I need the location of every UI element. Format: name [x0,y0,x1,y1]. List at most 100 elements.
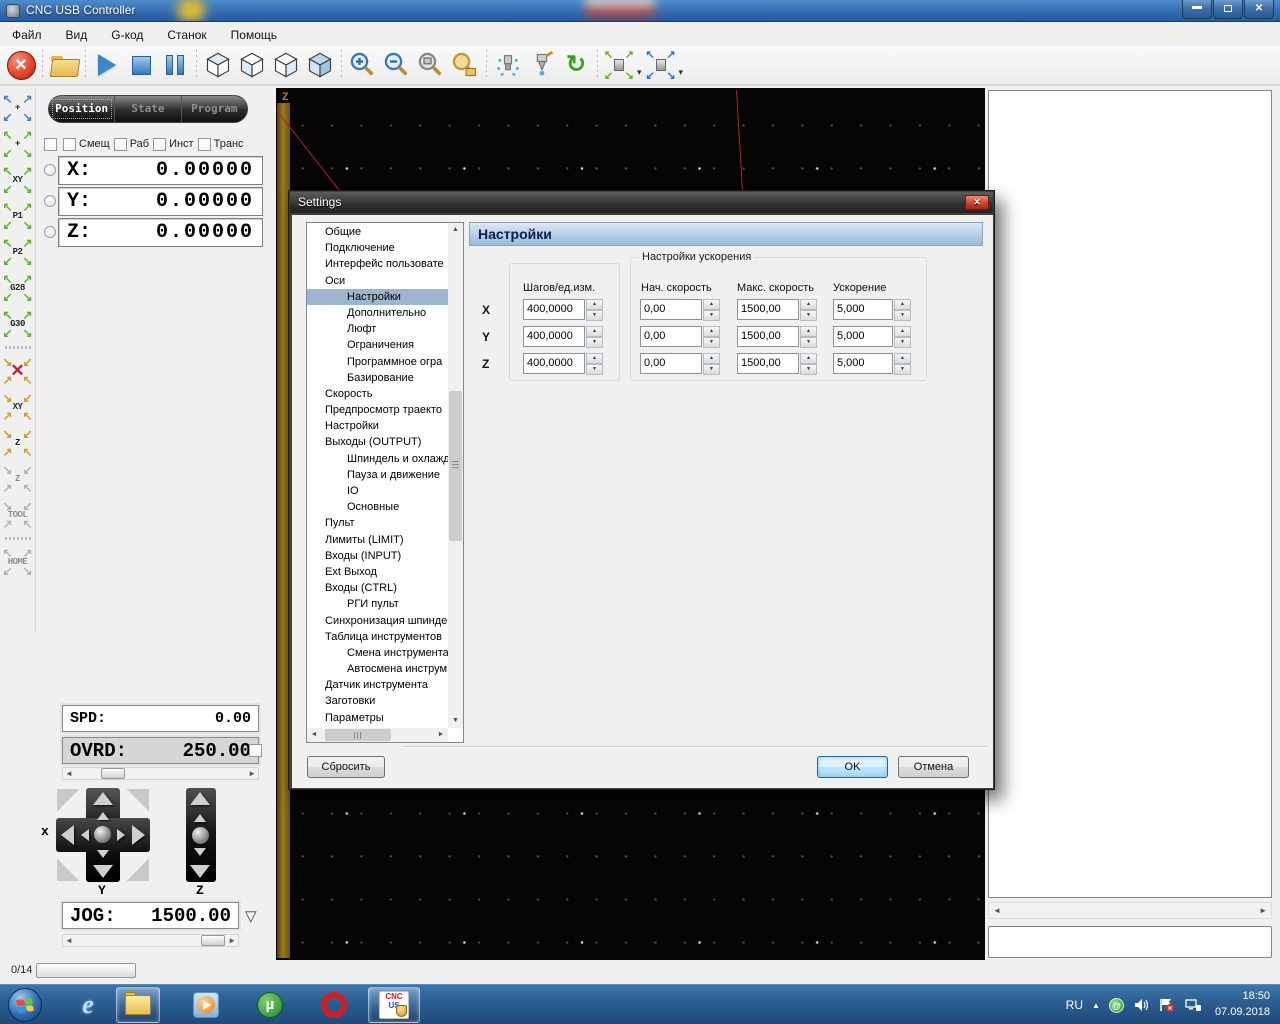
language-indicator[interactable]: RU [1066,998,1083,1012]
emergency-stop-icon[interactable]: ✕ [4,48,38,82]
sidebar-goto-g30-icon[interactable]: ↖ ↗ ↙ ↘ G30 [3,309,33,339]
tool-checkbox[interactable] [153,137,167,151]
spinner-icon[interactable]: ▲ ▼ [586,353,603,375]
tree-vscrollbar[interactable]: ▲ ▼ [448,223,463,728]
mdi-input-box[interactable] [988,926,1272,958]
spinner-icon[interactable]: ▲ ▼ [703,353,720,375]
y-accel-field[interactable]: 5,000 ▲ ▼ [833,326,911,348]
spinner-icon[interactable]: ▲ ▼ [586,326,603,348]
view-cube-4-icon[interactable] [303,48,337,82]
windows-explorer-icon[interactable] [116,987,160,1023]
x-steps-field[interactable]: 400,0000 ▲ ▼ [523,299,603,321]
jog-z-plus-arrow[interactable] [190,792,210,805]
sidebar-zero-xy-icon[interactable]: ↘ ↙ ↗ ↖ XY [3,392,33,422]
spindle-arrows-green-icon[interactable]: ↖ ↗ ↙ ↘ [602,48,636,82]
scroll-left-icon[interactable]: ◄ [993,906,1001,915]
menu-view[interactable]: Вид [54,25,100,45]
tree-item[interactable]: Предпросмотр траекто [307,402,448,418]
tree-item[interactable]: Пульт [307,515,448,531]
action-center-flag-icon[interactable] [1158,997,1175,1013]
tree-item[interactable]: Основные [307,499,448,515]
x-start-speed-field[interactable]: 0,00 ▲ ▼ [640,299,720,321]
tree-item[interactable]: Пауза и движение [307,467,448,483]
z-max-speed-field[interactable]: 1500,00 ▲ ▼ [737,353,817,375]
scroll-right-icon[interactable]: ► [434,728,448,742]
tree-item[interactable]: Скорость [307,386,448,402]
tab-position[interactable]: Position [49,96,116,122]
close-button[interactable]: ✕ [1244,0,1274,19]
tab-state[interactable]: State [115,96,182,122]
scroll-right-icon[interactable]: ► [1259,906,1267,915]
spindle-arrows-blue-icon[interactable]: ↖ ↗ ↙ ↘ [644,48,678,82]
return-to-zero-icon[interactable]: ↻ [559,48,593,82]
jog-x-minus-arrow[interactable] [61,825,74,845]
pause-icon[interactable] [158,48,192,82]
y-max-speed-field[interactable]: 1500,00 ▲ ▼ [737,326,817,348]
jog-x-minus-step[interactable] [81,829,89,841]
view-cube-2-icon[interactable] [235,48,269,82]
jog-speed-slider[interactable]: ◄ ► [62,934,239,947]
open-file-icon[interactable] [47,48,81,82]
cnc-usb-taskbar-icon[interactable]: CNC US [368,987,420,1023]
y-start-speed-field[interactable]: 0,00 ▲ ▼ [640,326,720,348]
zoom-window-icon[interactable] [414,48,448,82]
tree-vscroll-thumb[interactable] [449,391,462,541]
override-slider[interactable]: ◄ ► [62,767,259,780]
z-start-speed-field[interactable]: 0,00 ▲ ▼ [640,353,720,375]
x-max-speed-field[interactable]: 1500,00 ▲ ▼ [737,299,817,321]
minimize-button[interactable] [1182,0,1212,19]
trans-checkbox[interactable] [197,137,211,151]
reset-button[interactable]: Сбросить [307,756,385,778]
sidebar-goto-p2-icon[interactable]: ↖ ↗ ↙ ↘ P2 [3,237,33,267]
menu-machine[interactable]: Станок [155,25,218,45]
tree-item[interactable]: Настройки [307,418,448,434]
settings-dialog-titlebar[interactable]: Settings ✕ [290,192,993,213]
tree-item[interactable]: Интерфейс пользовате [307,256,448,272]
scroll-left-icon[interactable]: ◄ [307,728,321,742]
offset-checkbox[interactable] [63,137,76,151]
zoom-in-icon[interactable] [346,48,380,82]
zoom-out-icon[interactable] [380,48,414,82]
sidebar-goto-zero-blue-icon[interactable]: ↖ ↗ ↙ ↘ + [3,93,33,123]
sidebar-set-zero-green-icon[interactable]: ↖ ↗ ↙ ↘ + [3,129,33,159]
spinner-icon[interactable]: ▲ ▼ [703,326,720,348]
restore-button[interactable] [1213,0,1243,19]
sidebar-goto-p1-icon[interactable]: ↖ ↗ ↙ ↘ P1 [3,201,33,231]
jog-y-plus-step[interactable] [97,812,109,820]
scroll-up-icon[interactable]: ▲ [448,223,463,237]
tree-item[interactable]: Люфт [307,321,448,337]
start-button[interactable] [8,988,42,1022]
jog-x-plus-arrow[interactable] [132,825,145,845]
tree-item[interactable]: Датчик инструмента [307,677,448,693]
jog-y-minus-step[interactable] [97,850,109,858]
tree-item[interactable]: Программное огра [307,354,448,370]
z-accel-field[interactable]: 5,000 ▲ ▼ [833,353,911,375]
tree-item[interactable]: Лимиты (LIMIT) [307,532,448,548]
tree-item[interactable]: РГИ пульт [307,596,448,612]
spindle-blue-dropdown-icon[interactable]: ▾ [679,67,684,78]
x-accel-field[interactable]: 5,000 ▲ ▼ [833,299,911,321]
utorrent-tray-icon[interactable]: @ [1108,997,1124,1013]
tree-item[interactable]: Параметры [307,710,448,726]
jog-z-center-knob[interactable] [192,827,209,844]
jog-diagonal-up-right[interactable] [126,789,149,812]
menu-file[interactable]: Файл [0,25,54,45]
override-checkbox[interactable] [249,744,262,757]
stop-icon[interactable] [124,48,158,82]
y-steps-field[interactable]: 400,0000 ▲ ▼ [523,326,603,348]
hidden-icons-arrow-icon[interactable]: ▲ [1092,1001,1100,1010]
gcode-list-panel[interactable] [988,90,1272,898]
jog-z-minus-step[interactable] [194,848,206,856]
start-icon[interactable] [90,48,124,82]
tree-item[interactable]: Настройки [307,288,448,305]
tree-item[interactable]: Смена инструмента [307,645,448,661]
opera-icon[interactable] [312,987,356,1023]
spinner-icon[interactable]: ▲ ▼ [894,299,911,321]
tree-item[interactable]: Входы (CTRL) [307,580,448,596]
jog-xy-center-knob[interactable] [94,826,111,843]
sidebar-goto-g28-icon[interactable]: ↖ ↗ ↙ ↘ G28 [3,273,33,303]
tree-item[interactable]: Автосмена инструм [307,661,448,677]
sidebar-zero-z-icon[interactable]: ↘ ↙ ↗ ↖ Z [3,428,33,458]
tree-item[interactable]: Синхронизация шпинде [307,613,448,629]
view-cube-1-icon[interactable] [201,48,235,82]
